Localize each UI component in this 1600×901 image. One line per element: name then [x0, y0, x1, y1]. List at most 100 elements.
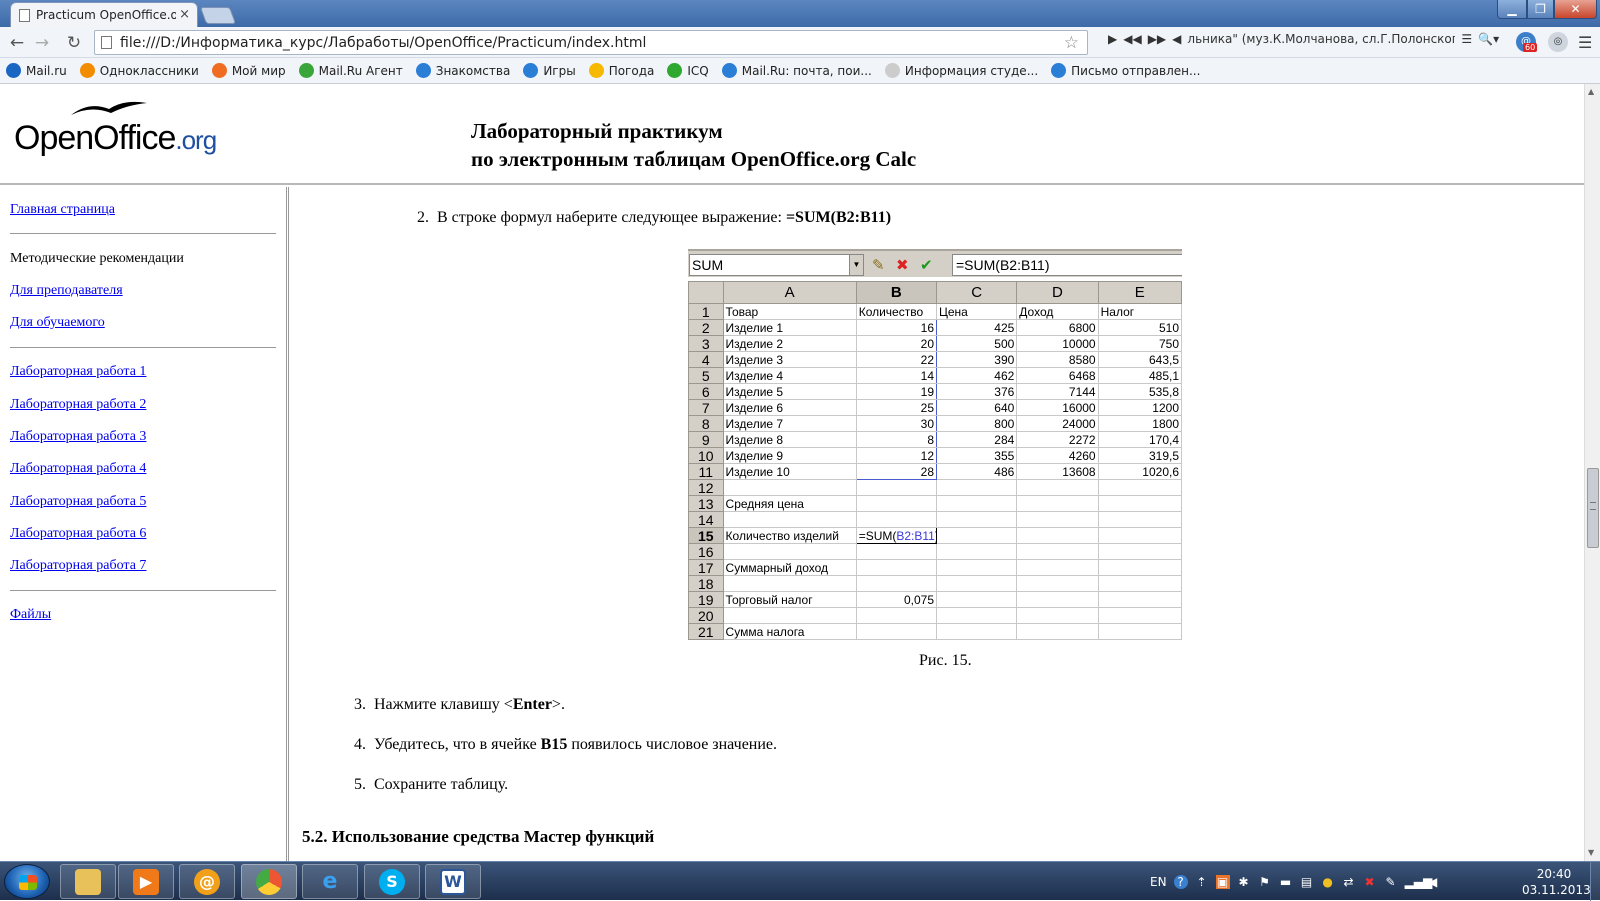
- sidebar-link-lab-1[interactable]: Лабораторная работа 1: [10, 364, 146, 380]
- taskbar-media-player[interactable]: ▶: [118, 864, 174, 899]
- bookmark-item[interactable]: Mail.Ru: почта, пои...: [721, 63, 872, 78]
- clock-time: 20:40: [1536, 867, 1572, 881]
- browser-menu-icon[interactable]: ☰: [1578, 33, 1592, 52]
- next-track-icon[interactable]: ▶▶: [1148, 32, 1166, 46]
- cell-d1: Доход: [1016, 303, 1099, 320]
- network-activity-icon[interactable]: ⇄: [1342, 875, 1356, 889]
- bookmark-item[interactable]: Одноклассники: [79, 63, 199, 78]
- row-header: 14: [688, 511, 724, 528]
- bookmark-item[interactable]: Письмо отправлен...: [1051, 63, 1200, 78]
- figure-caption: Рис. 15.: [919, 652, 972, 669]
- row-header: 20: [688, 607, 724, 624]
- action-center-flag-icon[interactable]: ⚑: [1258, 875, 1272, 889]
- reload-icon[interactable]: ↻: [63, 32, 85, 54]
- language-indicator[interactable]: EN: [1150, 875, 1167, 889]
- bookmark-item[interactable]: ICQ: [667, 63, 709, 78]
- sidebar-link-lab-6[interactable]: Лабораторная работа 6: [10, 526, 146, 542]
- signal-icon[interactable]: ▂▄▆: [1405, 875, 1433, 889]
- step-cell-ref: B15: [540, 736, 568, 753]
- bookmark-item[interactable]: Погода: [588, 63, 654, 78]
- step-number: 5.: [354, 776, 366, 793]
- cell-b7: 25: [855, 399, 938, 416]
- taskbar-mail-agent[interactable]: @: [179, 864, 235, 899]
- bluetooth-icon[interactable]: ✱: [1237, 875, 1251, 889]
- sidebar-link-lab-3[interactable]: Лабораторная работа 3: [10, 429, 146, 445]
- cell-c13: [935, 495, 1018, 512]
- scrollbar-thumb[interactable]: [1587, 468, 1599, 548]
- bookmark-favicon-icon: [298, 63, 314, 78]
- bookmark-item[interactable]: Mail.Ru Агент: [298, 63, 403, 78]
- window-close-button[interactable]: ✕: [1554, 0, 1597, 19]
- spreadsheet-row: 11 Изделие 10 28 486 13608 1020,6: [688, 463, 1183, 480]
- bookmark-item[interactable]: Информация студе...: [884, 63, 1038, 78]
- cell-e12: [1097, 479, 1183, 496]
- bookmark-item[interactable]: Мой мир: [211, 63, 286, 78]
- app-tray-icon[interactable]: ▣: [1215, 874, 1230, 889]
- extension-icon[interactable]: ◎: [1548, 32, 1568, 52]
- formula-range-ref: B2:B11: [896, 528, 935, 543]
- cursor-icon[interactable]: ⇡: [1195, 875, 1209, 889]
- network-error-icon[interactable]: ✖: [1363, 875, 1377, 889]
- sidebar-link-lab-5[interactable]: Лабораторная работа 5: [10, 494, 146, 510]
- bookmark-favicon-icon: [523, 63, 539, 78]
- back-arrow-icon[interactable]: ←: [6, 32, 28, 54]
- window-minimize-button[interactable]: ▁: [1497, 0, 1527, 19]
- tray-app-icon[interactable]: ●: [1321, 875, 1335, 889]
- bookmark-favicon-icon: [667, 63, 683, 78]
- sidebar-link-lab-7[interactable]: Лабораторная работа 7: [10, 558, 146, 574]
- cell-c17: [935, 559, 1018, 576]
- bookmark-item[interactable]: Знакомства: [415, 63, 510, 78]
- taskbar-explorer[interactable]: [60, 864, 116, 899]
- page-scrollbar[interactable]: ▲ ▼: [1584, 84, 1600, 861]
- previous-track-icon[interactable]: ◀◀: [1123, 32, 1141, 46]
- system-clock[interactable]: 20:40 03.11.2013: [1522, 866, 1591, 898]
- sidebar-link-home[interactable]: Главная страница: [10, 202, 115, 218]
- address-bar[interactable]: file:///D:/Информатика_курс/Лабработы/Op…: [94, 30, 1088, 55]
- sidebar-link-lab-2[interactable]: Лабораторная работа 2: [10, 397, 146, 413]
- cell-d10: 4260: [1016, 447, 1099, 464]
- step-number: 4.: [354, 736, 366, 753]
- new-tab-button[interactable]: [199, 7, 237, 24]
- search-icon[interactable]: 🔍▾: [1478, 32, 1499, 46]
- bookmark-star-icon[interactable]: ☆: [1064, 33, 1079, 53]
- cell-e19: [1097, 591, 1183, 608]
- window-maximize-button[interactable]: ❐: [1527, 0, 1554, 19]
- bookmark-item[interactable]: Игры: [523, 63, 576, 78]
- taskbar-skype[interactable]: S: [364, 864, 420, 899]
- show-desktop-button[interactable]: [1590, 862, 1600, 901]
- playlist-icon[interactable]: ☰: [1461, 32, 1472, 46]
- taskbar-internet-explorer[interactable]: e: [302, 864, 358, 899]
- cell-e5: 485,1: [1097, 367, 1183, 384]
- sidebar-link-teacher[interactable]: Для преподавателя: [10, 283, 123, 299]
- bookmark-label: Письмо отправлен...: [1071, 63, 1201, 78]
- cell-e9: 170,4: [1097, 431, 1183, 448]
- cell-e4: 643,5: [1097, 351, 1183, 368]
- start-button[interactable]: [4, 864, 50, 899]
- cancel-x-icon: ✖: [896, 257, 909, 274]
- volume-icon[interactable]: ◀: [1172, 32, 1181, 46]
- cell-c7: 640: [935, 399, 1018, 416]
- play-icon[interactable]: ▶: [1108, 32, 1117, 46]
- sidebar-link-files[interactable]: Файлы: [10, 607, 51, 623]
- row-header: 19: [688, 591, 724, 608]
- step-3: 3. Нажмите клавишу <Enter>.: [354, 696, 565, 714]
- forward-arrow-icon[interactable]: →: [31, 32, 53, 54]
- tab-close-icon[interactable]: ×: [179, 7, 190, 22]
- row-header: 1: [688, 303, 724, 320]
- help-icon[interactable]: ?: [1173, 874, 1188, 889]
- update-icon[interactable]: ▤: [1300, 875, 1314, 889]
- scroll-down-icon[interactable]: ▼: [1588, 848, 1594, 857]
- sidebar-link-student[interactable]: Для обучаемого: [10, 315, 105, 331]
- scroll-up-icon[interactable]: ▲: [1588, 87, 1594, 96]
- row-header: 7: [688, 399, 724, 416]
- bookmark-item[interactable]: Mail.ru: [6, 63, 67, 78]
- browser-tab-active[interactable]: Practicum OpenOffice.org ×: [10, 2, 198, 27]
- sidebar-link-lab-4[interactable]: Лабораторная работа 4: [10, 461, 146, 477]
- volume-icon[interactable]: ◀: [1426, 875, 1440, 889]
- safely-remove-icon[interactable]: ▬: [1279, 875, 1293, 889]
- taskbar-word[interactable]: W: [425, 864, 481, 899]
- sidebar-nav: Главная страница Методические рекомендац…: [0, 187, 289, 861]
- edit-tray-icon[interactable]: ✎: [1384, 875, 1398, 889]
- taskbar-chrome[interactable]: [241, 864, 297, 899]
- browser-titlebar: Practicum OpenOffice.org × ▁ ❐ ✕: [0, 0, 1600, 27]
